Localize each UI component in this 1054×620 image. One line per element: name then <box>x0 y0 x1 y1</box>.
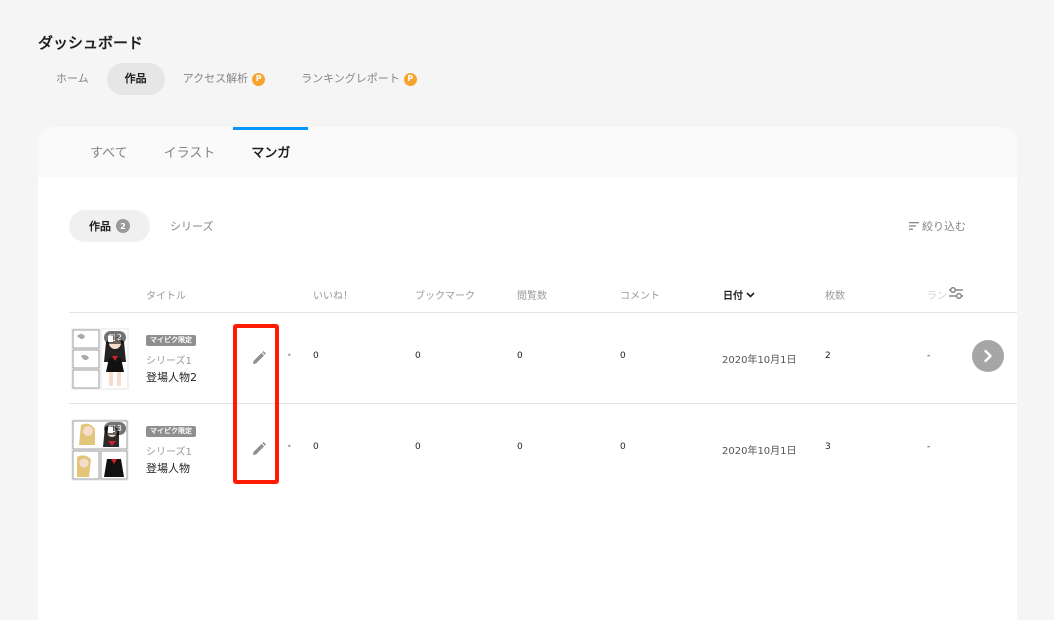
filter-icon <box>909 222 919 230</box>
tab-illust[interactable]: イラスト <box>146 127 234 177</box>
tab-access-analytics[interactable]: アクセス解析 P <box>165 63 283 95</box>
col-pages[interactable]: 枚数 <box>825 287 845 302</box>
filter-button[interactable]: 絞り込む <box>909 218 966 234</box>
bookmarks-value: 0 <box>415 351 421 361</box>
premium-icon: P <box>403 72 417 86</box>
col-likes[interactable]: いいね！ <box>313 287 353 302</box>
tab-works[interactable]: 作品 <box>106 63 165 95</box>
sub-tab-series[interactable]: シリーズ <box>150 210 233 242</box>
visibility-tag: マイピク限定 <box>146 335 196 346</box>
series-link[interactable]: シリーズ1 <box>146 352 192 367</box>
work-thumbnail[interactable]: 3 <box>71 419 129 481</box>
work-title[interactable]: 登場人物 <box>146 460 190 476</box>
col-date[interactable]: 日付 <box>723 287 755 302</box>
comments-value: 0 <box>620 351 626 361</box>
views-value: 0 <box>517 442 523 452</box>
scroll-right-button[interactable] <box>972 340 1004 372</box>
tab-ranking-report-label: ランキングレポート <box>301 72 400 85</box>
content-type-tabs: すべて イラスト マンガ <box>38 127 1017 177</box>
views-value: 0 <box>517 351 523 361</box>
col-bookmarks[interactable]: ブックマーク <box>415 287 475 302</box>
pages-value: 2 <box>825 351 831 361</box>
table-row[interactable]: 2 マイピク限定 シリーズ1 登場人物2 • 0 0 0 0 2020年10月1… <box>38 313 1017 403</box>
annotation-highlight-box <box>233 324 279 484</box>
page-title: ダッシュボード <box>38 34 144 52</box>
page-count: 2 <box>116 333 122 342</box>
sub-tabs: 作品 2 シリーズ <box>69 210 233 242</box>
page-count-badge: 3 <box>103 422 126 435</box>
work-title[interactable]: 登場人物2 <box>146 369 197 385</box>
ranking-value: - <box>927 351 931 361</box>
works-card: すべて イラスト マンガ 作品 2 シリーズ 絞り込む タイトル いいね！ ブッ… <box>38 127 1017 620</box>
tab-access-analytics-label: アクセス解析 <box>182 72 249 85</box>
tab-home-label: ホーム <box>56 72 89 85</box>
table-row[interactable]: 3 マイピク限定 シリーズ1 登場人物 • 0 0 0 0 2020年10月1日… <box>38 404 1017 494</box>
chevron-down-icon <box>746 291 755 298</box>
pages-value: 3 <box>825 442 831 452</box>
page-count-badge: 2 <box>103 331 126 344</box>
tab-all[interactable]: すべて <box>72 127 146 177</box>
more-menu-icon[interactable]: • <box>287 442 292 451</box>
likes-value: 0 <box>313 351 319 361</box>
page-count: 3 <box>116 424 122 433</box>
chevron-right-icon <box>984 349 992 363</box>
tab-manga[interactable]: マンガ <box>233 127 309 177</box>
likes-value: 0 <box>313 442 319 452</box>
dashboard-nav: ホーム 作品 アクセス解析 P ランキングレポート P <box>38 63 435 95</box>
col-comments[interactable]: コメント <box>620 287 660 302</box>
date-value: 2020年10月1日 <box>722 355 797 366</box>
filter-label: 絞り込む <box>922 220 966 233</box>
visibility-tag: マイピク限定 <box>146 426 196 437</box>
date-value: 2020年10月1日 <box>722 446 797 457</box>
pages-icon <box>107 424 115 433</box>
work-thumbnail[interactable]: 2 <box>71 328 129 390</box>
works-count-badge: 2 <box>116 219 130 233</box>
premium-icon: P <box>252 72 266 86</box>
more-menu-icon[interactable]: • <box>287 351 292 360</box>
tab-works-label: 作品 <box>124 72 147 85</box>
sub-tab-works-label: 作品 <box>89 220 111 233</box>
sub-tab-works[interactable]: 作品 2 <box>69 210 150 242</box>
series-link[interactable]: シリーズ1 <box>146 443 192 458</box>
bookmarks-value: 0 <box>415 442 421 452</box>
tab-home[interactable]: ホーム <box>38 63 107 95</box>
ranking-value: - <box>927 442 931 452</box>
col-views[interactable]: 閲覧数 <box>517 287 547 302</box>
comments-value: 0 <box>620 442 626 452</box>
tab-ranking-report[interactable]: ランキングレポート P <box>283 63 435 95</box>
column-settings-icon[interactable] <box>948 286 964 300</box>
col-date-label: 日付 <box>723 291 743 302</box>
pages-icon <box>107 333 115 342</box>
col-ranking[interactable]: ラン <box>927 287 947 302</box>
col-title: タイトル <box>146 291 186 302</box>
